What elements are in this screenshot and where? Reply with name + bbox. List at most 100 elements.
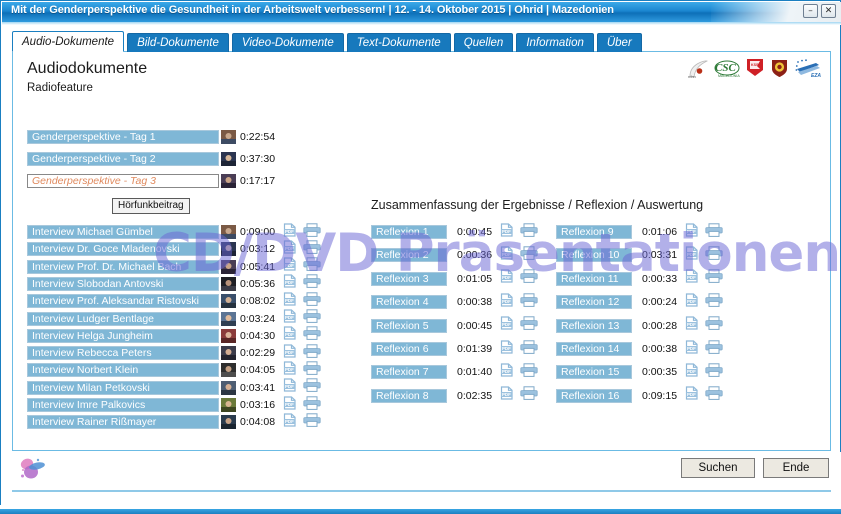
reflexion-item-3[interactable]: Reflexion 3 — [371, 271, 447, 286]
reflexion-item-12[interactable]: Reflexion 12 — [556, 295, 632, 310]
pdf-icon[interactable]: PDF — [685, 293, 699, 312]
interview-item-8[interactable]: Interview Rebecca Peters — [27, 346, 219, 361]
printer-icon[interactable] — [705, 386, 723, 405]
printer-icon[interactable] — [705, 339, 723, 359]
reflexion-item-5[interactable]: Reflexion 5 — [371, 318, 447, 333]
pdf-icon[interactable]: PDF — [283, 274, 297, 293]
reflexion-item-11[interactable]: Reflexion 11 — [556, 271, 632, 286]
reflexion-item-15[interactable]: Reflexion 15 — [556, 365, 632, 380]
pdf-icon[interactable]: PDF — [283, 395, 297, 415]
printer-icon[interactable] — [303, 257, 321, 276]
printer-icon[interactable] — [520, 246, 538, 265]
interview-item-11[interactable]: Interview Imre Palkovics — [27, 398, 219, 412]
pdf-icon[interactable]: PDF — [500, 386, 514, 405]
printer-icon[interactable] — [303, 378, 321, 397]
interview-item-10[interactable]: Interview Milan Petkovski — [27, 380, 219, 395]
printer-icon[interactable] — [705, 246, 723, 265]
pdf-icon[interactable]: PDF — [685, 386, 699, 405]
tab-text-dokumente[interactable]: Text-Dokumente — [346, 33, 451, 52]
reflexion-item-13[interactable]: Reflexion 13 — [556, 318, 632, 333]
printer-icon[interactable] — [705, 363, 723, 382]
thumbnail-image[interactable] — [221, 311, 236, 326]
printer-icon[interactable] — [520, 292, 538, 312]
tab-bild-dokumente[interactable]: Bild-Dokumente — [127, 33, 229, 52]
thumbnail-image[interactable] — [221, 380, 236, 395]
pdf-icon[interactable]: PDF — [685, 363, 699, 382]
printer-icon[interactable] — [520, 386, 538, 405]
pdf-icon[interactable]: PDF — [685, 339, 699, 359]
tab-audio-dokumente[interactable]: Audio-Dokumente — [12, 31, 125, 52]
minimize-button[interactable]: – — [803, 4, 818, 18]
thumbnail-image[interactable] — [221, 398, 236, 412]
reflexion-item-2[interactable]: Reflexion 2 — [371, 248, 447, 263]
pdf-icon[interactable]: PDF — [283, 361, 297, 380]
tab-information[interactable]: Information — [516, 33, 594, 52]
printer-icon[interactable] — [303, 222, 321, 242]
pdf-icon[interactable]: PDF — [685, 246, 699, 265]
interview-item-2[interactable]: Interview Dr. Goce Mladenovski — [27, 242, 219, 257]
thumbnail-image[interactable] — [221, 174, 236, 188]
printer-icon[interactable] — [303, 413, 321, 432]
printer-icon[interactable] — [705, 269, 723, 288]
printer-icon[interactable] — [303, 395, 321, 415]
printer-icon[interactable] — [520, 339, 538, 359]
printer-icon[interactable] — [303, 326, 321, 345]
printer-icon[interactable] — [303, 240, 321, 259]
close-button[interactable]: ✕ — [821, 4, 836, 18]
pdf-icon[interactable]: PDF — [283, 343, 297, 363]
pdf-icon[interactable]: PDF — [685, 222, 699, 242]
reflexion-item-7[interactable]: Reflexion 7 — [371, 365, 447, 380]
reflexion-item-8[interactable]: Reflexion 8 — [371, 388, 447, 403]
reflexion-item-4[interactable]: Reflexion 4 — [371, 295, 447, 310]
interview-item-5[interactable]: Interview Prof. Aleksandar Ristovski — [27, 294, 219, 309]
pdf-icon[interactable]: PDF — [500, 316, 514, 335]
pdf-icon[interactable]: PDF — [500, 339, 514, 359]
interview-item-7[interactable]: Interview Helga Jungheim — [27, 328, 219, 343]
pdf-icon[interactable]: PDF — [283, 257, 297, 276]
radiofeature-item-2[interactable]: Genderperspektive - Tag 2 — [27, 152, 219, 166]
printer-icon[interactable] — [705, 316, 723, 335]
end-button[interactable]: Ende — [763, 458, 829, 478]
thumbnail-image[interactable] — [221, 415, 236, 430]
pdf-icon[interactable]: PDF — [500, 246, 514, 265]
reflexion-item-14[interactable]: Reflexion 14 — [556, 342, 632, 356]
thumbnail-image[interactable] — [221, 276, 236, 291]
printer-icon[interactable] — [520, 363, 538, 382]
pdf-icon[interactable]: PDF — [500, 293, 514, 312]
reflexion-item-16[interactable]: Reflexion 16 — [556, 388, 632, 403]
printer-icon[interactable] — [705, 292, 723, 312]
pdf-icon[interactable]: PDF — [500, 222, 514, 242]
tab-ber[interactable]: Über — [596, 33, 642, 52]
interview-item-9[interactable]: Interview Norbert Klein — [27, 363, 219, 378]
printer-icon[interactable] — [520, 222, 538, 242]
tab-quellen[interactable]: Quellen — [453, 33, 514, 52]
printer-icon[interactable] — [303, 309, 321, 328]
interview-item-6[interactable]: Interview Ludger Bentlage — [27, 311, 219, 326]
thumbnail-image[interactable] — [221, 225, 236, 239]
reflexion-item-6[interactable]: Reflexion 6 — [371, 342, 447, 356]
thumbnail-image[interactable] — [221, 346, 236, 361]
radiofeature-item-3[interactable]: Genderperspektive - Tag 3 — [27, 174, 219, 188]
thumbnail-image[interactable] — [221, 242, 236, 257]
pdf-icon[interactable]: PDF — [500, 363, 514, 382]
printer-icon[interactable] — [705, 222, 723, 242]
pdf-icon[interactable]: PDF — [685, 269, 699, 288]
pdf-icon[interactable]: PDF — [283, 326, 297, 345]
interview-item-4[interactable]: Interview Slobodan Antovski — [27, 276, 219, 291]
thumbnail-image[interactable] — [221, 363, 236, 378]
radiofeature-item-1[interactable]: Genderperspektive - Tag 1 — [27, 130, 219, 144]
pdf-icon[interactable]: PDF — [500, 269, 514, 288]
thumbnail-image[interactable] — [221, 328, 236, 343]
printer-icon[interactable] — [303, 291, 321, 311]
pdf-icon[interactable]: PDF — [283, 222, 297, 242]
reflexion-item-10[interactable]: Reflexion 10 — [556, 248, 632, 263]
interview-item-1[interactable]: Interview Michael Gümbel — [27, 225, 219, 239]
thumbnail-image[interactable] — [221, 294, 236, 309]
interview-item-3[interactable]: Interview Prof. Dr. Michael Bach — [27, 259, 219, 274]
printer-icon[interactable] — [520, 269, 538, 288]
tab-video-dokumente[interactable]: Video-Dokumente — [231, 33, 344, 52]
pdf-icon[interactable]: PDF — [685, 316, 699, 335]
printer-icon[interactable] — [303, 343, 321, 363]
pdf-icon[interactable]: PDF — [283, 378, 297, 397]
reflexion-item-9[interactable]: Reflexion 9 — [556, 225, 632, 239]
